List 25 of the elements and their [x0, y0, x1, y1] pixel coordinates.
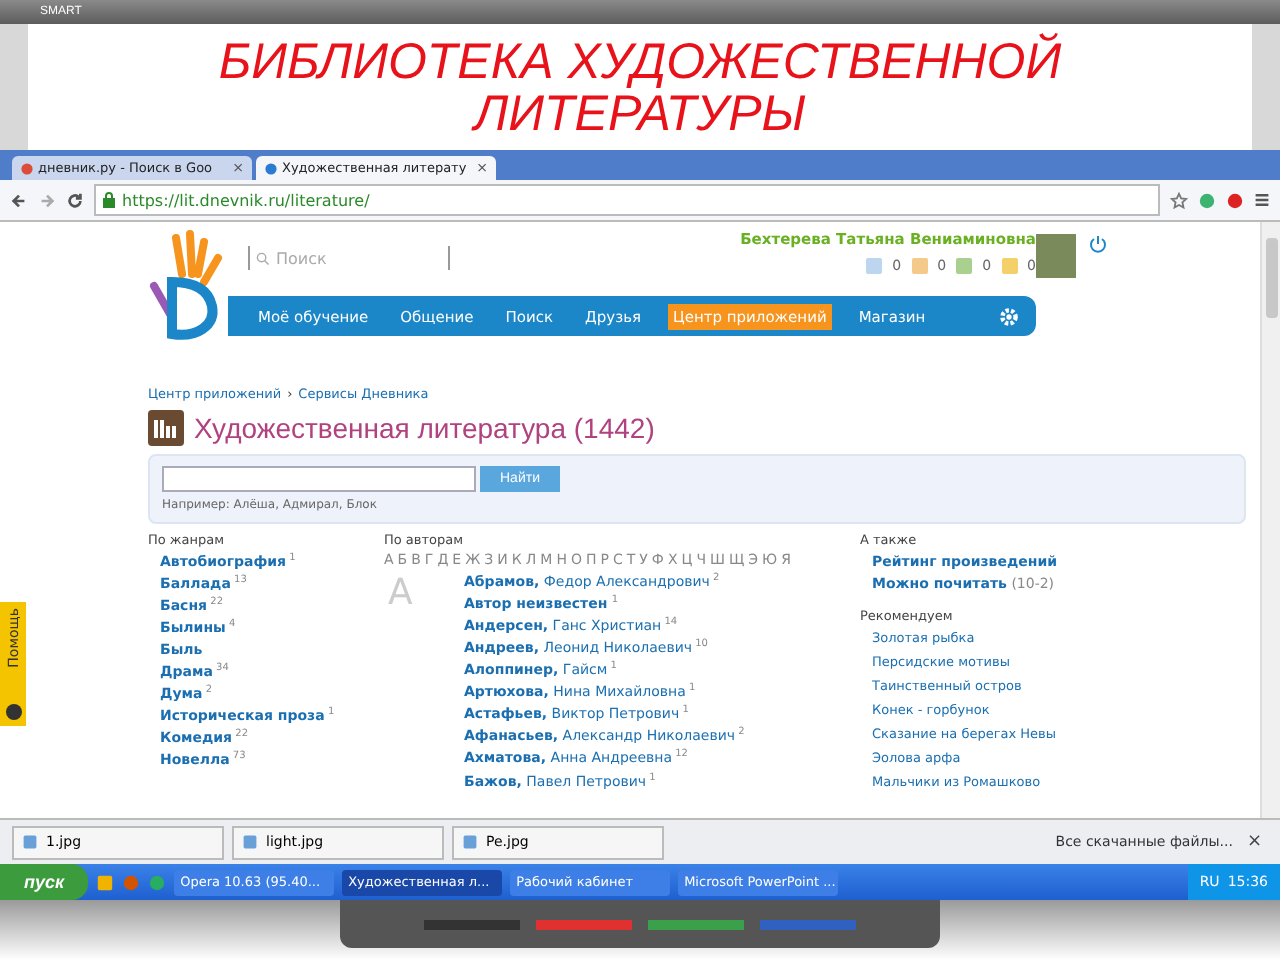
search-field[interactable]: Поиск — [248, 246, 450, 270]
star-icon[interactable] — [1170, 191, 1188, 209]
books-icon — [148, 410, 184, 446]
page-heading: Художественная литература (1442) — [194, 412, 655, 444]
favicon-icon — [20, 161, 34, 175]
menu-icon[interactable] — [1254, 192, 1270, 208]
power-icon[interactable] — [1088, 234, 1108, 254]
close-icon[interactable]: × — [1240, 832, 1268, 852]
lock-icon — [102, 192, 116, 208]
forward-icon[interactable] — [38, 191, 56, 209]
image-file-icon — [462, 834, 478, 850]
back-icon[interactable] — [10, 191, 28, 209]
slide-title: БИБЛИОТЕКА ХУДОЖЕСТВЕННОЙ ЛИТЕРАТУРЫ — [216, 35, 1064, 139]
start-button[interactable]: пуск — [0, 864, 89, 900]
address-field[interactable]: https://lit.dnevnik.ru/literature/ — [94, 184, 1160, 216]
favicon-icon — [264, 161, 278, 175]
scrollbar[interactable] — [1260, 222, 1280, 818]
reload-icon[interactable] — [66, 191, 84, 209]
hand-logo-drawing — [148, 230, 228, 346]
settings-icon[interactable] — [998, 305, 1020, 327]
image-file-icon — [22, 834, 38, 850]
search-icon — [256, 251, 270, 265]
avatar-placeholder — [1036, 234, 1076, 278]
book-search-field[interactable] — [162, 466, 476, 492]
image-file-icon — [242, 834, 258, 850]
